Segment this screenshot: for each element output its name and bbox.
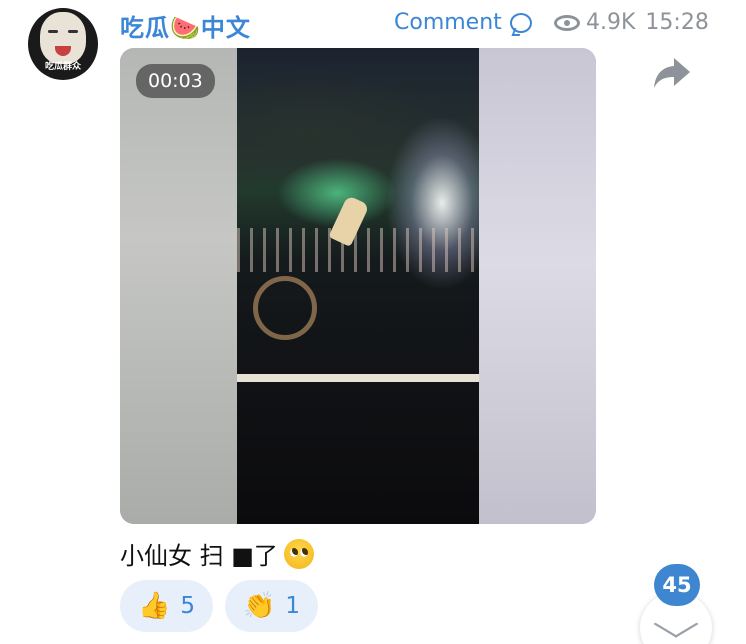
message-view: 吃瓜群众 吃瓜🍉中文 Comment 4.9K 15:28 00:03 小仙女 … (0, 0, 746, 644)
avatar-eye-left (48, 30, 58, 33)
avatar-eye-right (68, 30, 78, 33)
reaction-thumbs-up[interactable]: 👍 5 (120, 580, 214, 632)
video-blur-left (120, 48, 237, 524)
video-blur-right (479, 48, 596, 524)
reaction-clap[interactable]: 👏 1 (225, 580, 319, 632)
video-frame (237, 48, 479, 524)
avatar-face (40, 12, 86, 64)
view-count: 4.9K (586, 10, 636, 35)
reaction-count: 5 (180, 593, 196, 619)
comment-link[interactable]: Comment (394, 10, 532, 35)
reactions-bar: 👍 5 👏 1 (120, 580, 319, 632)
message-caption: 小仙女 扫 ■了 (120, 536, 314, 571)
channel-avatar[interactable]: 吃瓜群众 (28, 8, 98, 80)
reaction-count: 1 (285, 593, 301, 619)
message-time: 15:28 (645, 10, 709, 35)
views-and-time: 4.9K 15:28 (554, 10, 709, 35)
caption-text: 小仙女 扫 ■了 (120, 542, 278, 570)
video-duration: 00:03 (136, 64, 215, 98)
avatar-caption: 吃瓜群众 (44, 62, 81, 72)
clap-icon: 👏 (243, 591, 276, 621)
video-fence (237, 228, 479, 272)
comment-icon (509, 12, 532, 33)
unread-count-badge[interactable]: 45 (654, 564, 700, 606)
video-road-line (237, 374, 479, 382)
channel-title[interactable]: 吃瓜🍉中文 (120, 8, 251, 43)
pleading-face-icon (283, 538, 314, 569)
share-icon[interactable] (652, 56, 692, 90)
video-player[interactable]: 00:03 (120, 48, 596, 524)
chevron-down-icon (653, 610, 699, 638)
video-wheel (253, 276, 317, 340)
eye-icon (554, 14, 580, 31)
thumbs-up-icon: 👍 (138, 591, 171, 621)
comment-label: Comment (394, 10, 502, 35)
